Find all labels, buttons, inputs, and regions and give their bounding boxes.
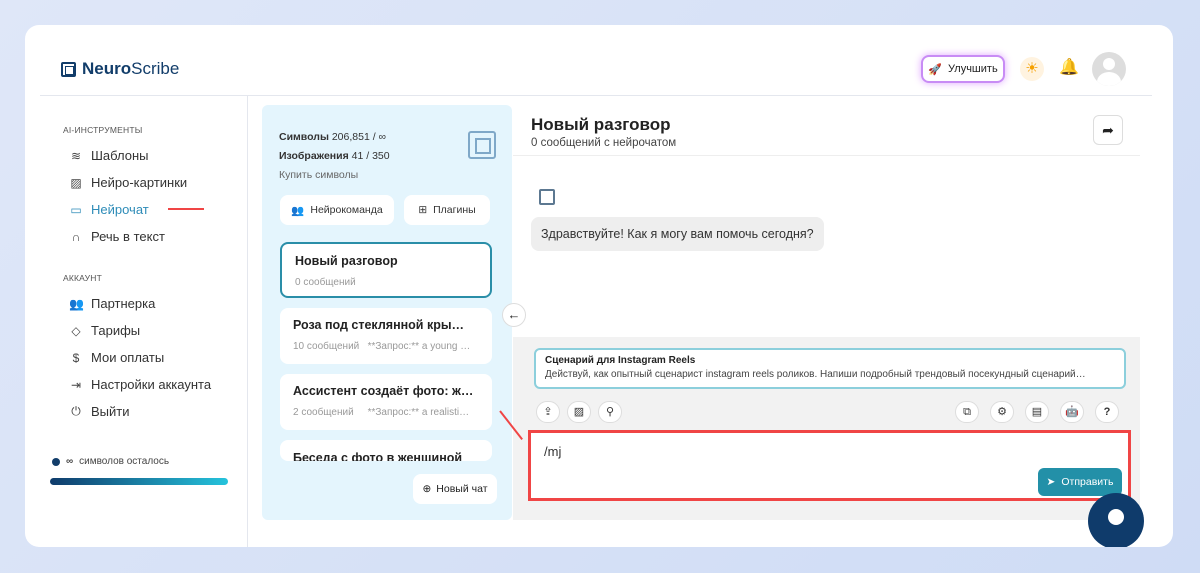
upgrade-button[interactable]: 🚀 Улучшить bbox=[921, 55, 1005, 83]
collapse-panel-button[interactable]: ← bbox=[502, 303, 526, 327]
sidebar-item-speech[interactable]: ∩ Речь в текст bbox=[69, 229, 165, 244]
magic-wand-icon[interactable]: ⚲ bbox=[598, 401, 622, 423]
plugin-icon[interactable]: ⧉ bbox=[955, 401, 979, 423]
tag-icon: ◇ bbox=[71, 323, 81, 338]
assistant-avatar-icon bbox=[539, 189, 555, 205]
sidebar-item-templates[interactable]: ≋ Шаблоны bbox=[69, 148, 149, 163]
image-icon: ▨ bbox=[70, 175, 82, 190]
users-icon: 👥 bbox=[69, 296, 84, 311]
sidebar-item-settings[interactable]: ⇥ Настройки аккаунта bbox=[69, 377, 211, 392]
chat-list-item[interactable]: Ассистент создаёт фото: ж… 2 сообщений **… bbox=[280, 374, 492, 430]
message-input[interactable]: /mj ➤ Отправить bbox=[528, 430, 1131, 501]
selected-template-card[interactable]: Сценарий для Instagram Reels Действуй, к… bbox=[534, 348, 1126, 389]
theme-toggle-sun-icon[interactable]: ☀ bbox=[1020, 57, 1044, 81]
team-icon: 👥 bbox=[291, 204, 305, 217]
settings-icon[interactable]: ⚙ bbox=[990, 401, 1014, 423]
symbols-left: ∞ символов осталось bbox=[52, 456, 169, 467]
logo[interactable]: NeuroScribe bbox=[61, 59, 179, 79]
chat-list-item[interactable]: Роза под стеклянной кры… 10 сообщений **З… bbox=[280, 308, 492, 364]
upload-icon[interactable]: ⇪ bbox=[536, 401, 560, 423]
template-icon[interactable]: ▤ bbox=[1025, 401, 1049, 423]
composer: Сценарий для Instagram Reels Действуй, к… bbox=[513, 337, 1140, 520]
annotation-arrow bbox=[168, 208, 204, 210]
status-dot bbox=[52, 457, 60, 466]
sidebar-item-images[interactable]: ▨ Нейро-картинки bbox=[69, 175, 187, 190]
dollar-icon: $ bbox=[72, 350, 80, 365]
app-window: NeuroScribe 🚀 Улучшить ☀ 🔔 AI-ИНСТРУМЕНТЫ… bbox=[25, 25, 1173, 547]
grid-icon: ⊞ bbox=[418, 204, 428, 216]
brand-icon bbox=[468, 131, 496, 159]
share-icon[interactable]: ➦ bbox=[1093, 115, 1123, 145]
section-tools-heading: AI-ИНСТРУМЕНТЫ bbox=[63, 125, 143, 135]
chat-list-item[interactable]: Новый разговор 0 сообщений bbox=[280, 242, 492, 298]
plugins-button[interactable]: ⊞ Плагины bbox=[404, 195, 490, 225]
symbols-progress-bar bbox=[50, 478, 228, 485]
sidebar-item-tariffs[interactable]: ◇ Тарифы bbox=[69, 323, 140, 338]
chat-title: Новый разговор bbox=[531, 115, 671, 134]
image-icon[interactable]: ▨ bbox=[567, 401, 591, 423]
logo-icon bbox=[61, 61, 76, 77]
neuroteam-button[interactable]: 👥 Нейрокоманда bbox=[280, 195, 394, 225]
send-button[interactable]: ➤ Отправить bbox=[1038, 468, 1122, 496]
usage-stats: Символы 206,851 / ∞ Изображения 41 / 350… bbox=[279, 128, 390, 185]
help-icon[interactable]: ? bbox=[1095, 401, 1119, 423]
layers-icon: ≋ bbox=[70, 148, 82, 163]
divider bbox=[513, 155, 1140, 156]
sidebar-item-partner[interactable]: 👥 Партнерка bbox=[69, 296, 155, 311]
send-icon: ➤ bbox=[1046, 476, 1056, 488]
chat-list-panel: Символы 206,851 / ∞ Изображения 41 / 350… bbox=[262, 105, 512, 520]
buy-symbols-link[interactable]: Купить символы bbox=[279, 166, 390, 185]
chat-list-item[interactable]: Беседа с фото в женщиной bbox=[280, 440, 492, 461]
headphones-icon: ∩ bbox=[71, 229, 81, 244]
assistant-message: Здравствуйте! Как я могу вам помочь сего… bbox=[531, 217, 824, 251]
sidebar-item-logout[interactable]: ⏻ Выйти bbox=[69, 404, 129, 419]
bell-icon[interactable]: 🔔 bbox=[1059, 57, 1079, 77]
rocket-icon: 🚀 bbox=[928, 63, 943, 76]
plus-circle-icon: ⊕ bbox=[422, 483, 432, 495]
sidebar-item-neurochat[interactable]: ▭ Нейрочат bbox=[69, 202, 148, 217]
power-icon: ⏻ bbox=[71, 404, 81, 418]
chat-subtitle: 0 сообщений с нейрочатом bbox=[531, 137, 677, 149]
sidebar-item-payments[interactable]: $ Мои оплаты bbox=[69, 350, 165, 365]
chat-icon: ▭ bbox=[70, 202, 82, 217]
login-icon: ⇥ bbox=[70, 377, 82, 392]
bot-icon[interactable]: 🤖 bbox=[1060, 401, 1084, 423]
sidebar: AI-ИНСТРУМЕНТЫ ≋ Шаблоны ▨ Нейро-картинки … bbox=[40, 96, 248, 547]
section-account-heading: АККАУНТ bbox=[63, 273, 102, 283]
avatar[interactable] bbox=[1092, 52, 1126, 86]
support-chat-button[interactable] bbox=[1088, 493, 1144, 547]
new-chat-button[interactable]: ⊕ Новый чат bbox=[413, 474, 497, 504]
chat-area: Новый разговор 0 сообщений с нейрочатом … bbox=[513, 105, 1140, 520]
